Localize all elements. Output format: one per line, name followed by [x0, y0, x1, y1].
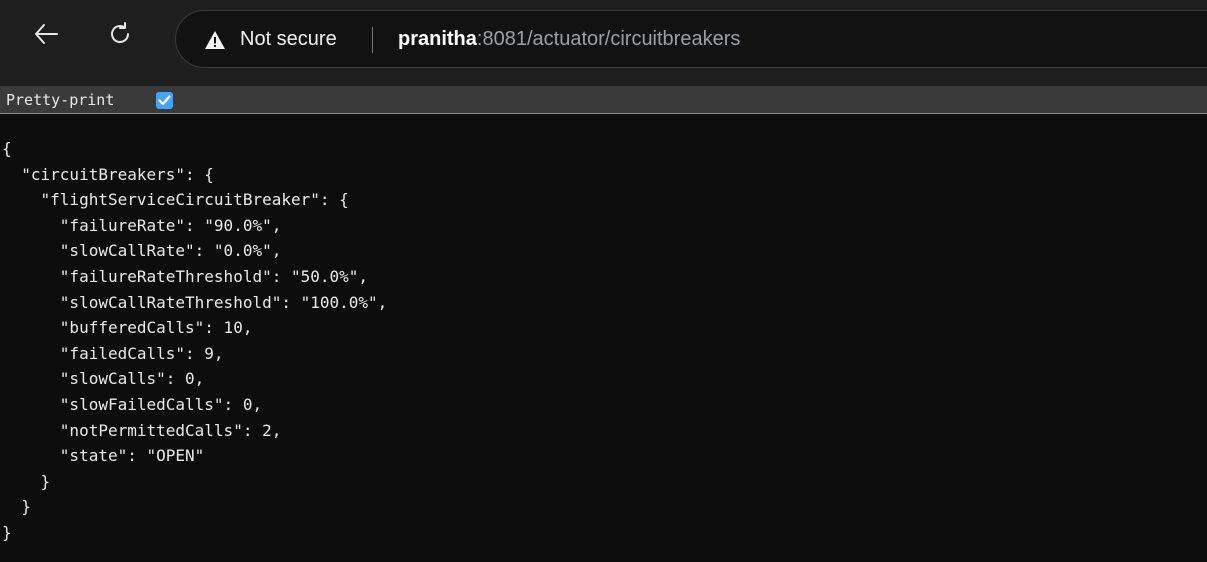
reload-icon: [111, 22, 129, 43]
url-text[interactable]: pranitha:8081/actuator/circuitbreakers: [398, 11, 740, 67]
json-line: "bufferedCalls": 10,: [2, 318, 253, 338]
json-line: "failureRate": "90.0%",: [2, 215, 282, 235]
json-content: { "circuitBreakers": { "flightServiceCir…: [2, 136, 1202, 546]
pretty-print-label: Pretty-print: [6, 91, 115, 109]
json-line: {: [2, 139, 12, 158]
json-line: "slowCalls": 0,: [2, 369, 205, 389]
security-status-label[interactable]: Not secure: [240, 11, 337, 67]
browser-toolbar: Not secure pranitha:8081/actuator/circui…: [0, 0, 1207, 86]
json-line: }: [2, 471, 51, 491]
json-line: }: [2, 497, 31, 517]
json-line: "notPermittedCalls": 2,: [2, 420, 282, 440]
json-line: "slowFailedCalls": 0,: [2, 394, 263, 414]
pretty-print-checkbox[interactable]: [156, 92, 173, 109]
url-path: :8081/actuator/circuitbreakers: [476, 28, 741, 50]
json-line: }: [2, 522, 12, 542]
json-line: "failedCalls": 9,: [2, 343, 224, 363]
json-line: "state": "OPEN": [2, 446, 205, 466]
json-line: "failureRateThreshold": "50.0%",: [2, 266, 369, 286]
reload-button[interactable]: [100, 14, 140, 54]
url-divider: [372, 27, 373, 53]
pretty-print-bar: Pretty-print: [0, 86, 1207, 114]
url-host: pranitha: [398, 28, 477, 50]
back-arrow-icon: [35, 24, 58, 44]
warning-triangle-icon[interactable]: [204, 29, 226, 51]
json-line: "slowCallRateThreshold": "100.0%",: [2, 292, 388, 312]
back-button[interactable]: [26, 14, 66, 54]
address-bar[interactable]: Not secure pranitha:8081/actuator/circui…: [175, 10, 1207, 68]
json-line: "slowCallRate": "0.0%",: [2, 241, 282, 261]
checkmark-icon: [158, 95, 171, 106]
json-line: "circuitBreakers": {: [2, 164, 214, 184]
json-line: "flightServiceCircuitBreaker": {: [2, 190, 349, 210]
